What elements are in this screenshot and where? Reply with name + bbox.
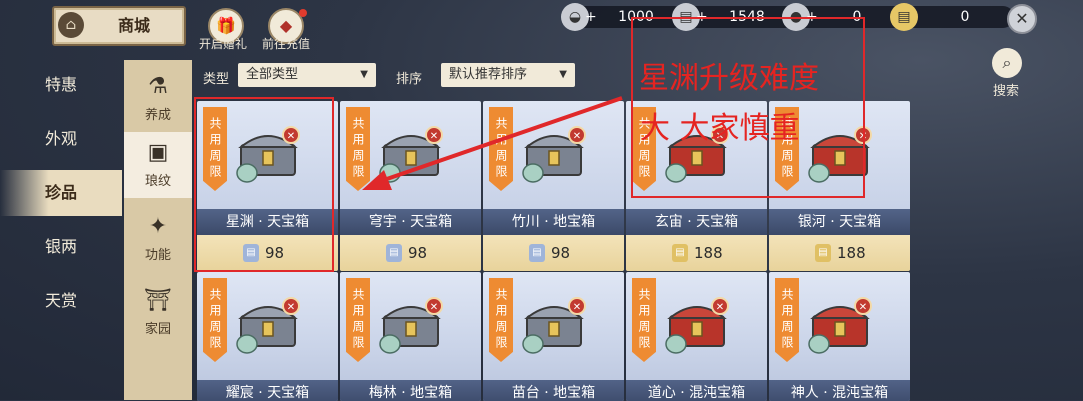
annotation-arrow — [362, 96, 623, 190]
